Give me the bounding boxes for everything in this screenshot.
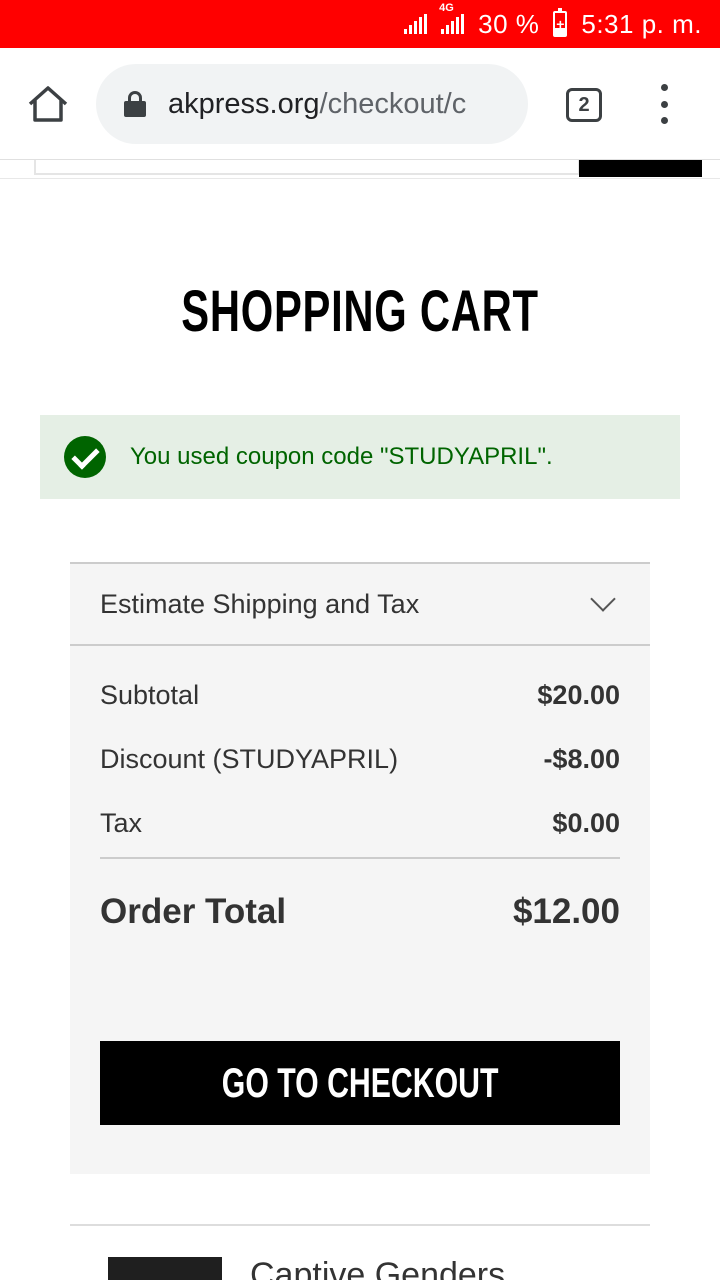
tax-label: Tax <box>100 808 143 838</box>
url-domain: akpress.org <box>168 87 320 120</box>
discount-row: Discount (STUDYAPRIL) -$8.00 <box>100 744 620 775</box>
summary-divider <box>100 857 620 859</box>
url-text: akpress.org/checkout/c <box>168 88 466 121</box>
product-thumbnail[interactable] <box>108 1257 222 1280</box>
home-icon <box>28 86 68 122</box>
partial-header <box>0 160 720 180</box>
subtotal-row: Subtotal $20.00 <box>100 680 620 711</box>
search-input[interactable] <box>34 160 580 175</box>
network-signal-icon: 4G <box>439 2 465 34</box>
divider <box>70 1224 650 1226</box>
status-bar: 4G 30 % + 5:31 p. m. <box>0 0 720 48</box>
network-type-label: 4G <box>439 2 454 14</box>
estimate-shipping-toggle[interactable]: Estimate Shipping and Tax <box>70 562 650 646</box>
order-total-row: Order Total $12.00 <box>100 892 620 932</box>
checkout-label: GO TO CHECKOUT <box>221 1059 499 1106</box>
order-summary: Estimate Shipping and Tax Subtotal $20.0… <box>70 562 650 1174</box>
product-title[interactable]: Captive Genders <box>250 1256 505 1280</box>
divider <box>0 178 720 179</box>
home-button[interactable] <box>26 84 70 124</box>
tab-count: 2 <box>578 93 590 116</box>
order-total-label: Order Total <box>100 892 287 931</box>
discount-label: Discount (STUDYAPRIL) <box>100 744 399 774</box>
more-vert-icon[interactable] <box>652 84 676 124</box>
battery-percent: 30 % <box>478 8 540 39</box>
tabs-button[interactable]: 2 <box>566 88 602 122</box>
estimate-label: Estimate Shipping and Tax <box>100 588 420 619</box>
chevron-down-icon <box>590 586 616 612</box>
browser-toolbar: akpress.org/checkout/c 2 <box>0 48 720 160</box>
coupon-alert: You used coupon code "STUDYAPRIL". <box>40 415 680 499</box>
url-bar[interactable]: akpress.org/checkout/c <box>96 64 528 144</box>
order-total-value: $12.00 <box>512 892 620 931</box>
subtotal-label: Subtotal <box>100 680 200 710</box>
alert-message: You used coupon code "STUDYAPRIL". <box>130 443 553 470</box>
page-title: SHOPPING CART <box>181 279 539 344</box>
battery-icon: + <box>553 8 568 37</box>
discount-value: -$8.00 <box>543 744 620 774</box>
lock-icon <box>124 91 146 117</box>
signal-icon <box>404 14 428 34</box>
subtotal-value: $20.00 <box>537 680 620 710</box>
tax-value: $0.00 <box>552 808 620 838</box>
check-circle-icon <box>64 436 106 478</box>
tax-row: Tax $0.00 <box>100 808 620 839</box>
url-path: /checkout/c <box>319 87 467 120</box>
search-button[interactable] <box>579 160 702 177</box>
clock: 5:31 p. m. <box>581 8 702 39</box>
go-to-checkout-button[interactable]: GO TO CHECKOUT <box>100 1041 620 1125</box>
